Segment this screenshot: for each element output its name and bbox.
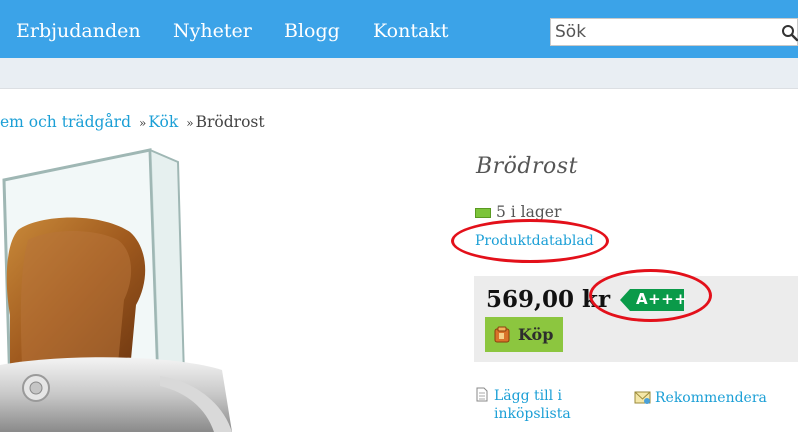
breadcrumb-separator: » bbox=[139, 116, 147, 130]
nav-item-blogg[interactable]: Blogg bbox=[284, 20, 340, 42]
breadcrumb-link-kitchen[interactable]: Kök bbox=[148, 113, 178, 131]
nav-item-erbjudanden[interactable]: Erbjudanden bbox=[16, 20, 141, 42]
sub-navigation-bar bbox=[0, 58, 798, 89]
cart-icon bbox=[494, 326, 510, 343]
product-title: Brödrost bbox=[476, 154, 578, 179]
product-image[interactable] bbox=[0, 140, 240, 432]
buy-button[interactable]: Köp bbox=[485, 317, 563, 352]
search-box bbox=[550, 18, 798, 46]
document-icon bbox=[476, 387, 488, 402]
nav-item-nyheter[interactable]: Nyheter bbox=[173, 20, 252, 42]
annotation-circle bbox=[451, 219, 609, 263]
top-navigation: Erbjudanden Nyheter Blogg Kontakt bbox=[0, 0, 798, 58]
envelope-icon bbox=[634, 391, 651, 404]
add-to-shopping-list-link[interactable]: Lägg till i inköpslista bbox=[494, 387, 594, 423]
recommend-link[interactable]: Rekommendera bbox=[655, 390, 767, 406]
breadcrumb-current: Brödrost bbox=[195, 113, 265, 131]
nav-item-kontakt[interactable]: Kontakt bbox=[373, 20, 448, 42]
buy-button-label: Köp bbox=[518, 325, 554, 344]
stock-icon bbox=[475, 208, 491, 218]
search-input[interactable] bbox=[555, 21, 775, 43]
breadcrumb: em och trädgård» Kök» Brödrost bbox=[0, 113, 265, 131]
breadcrumb-separator: » bbox=[186, 116, 194, 130]
search-icon[interactable] bbox=[781, 24, 798, 42]
annotation-circle bbox=[589, 269, 712, 322]
breadcrumb-link-home-garden[interactable]: em och trädgård bbox=[0, 113, 131, 131]
